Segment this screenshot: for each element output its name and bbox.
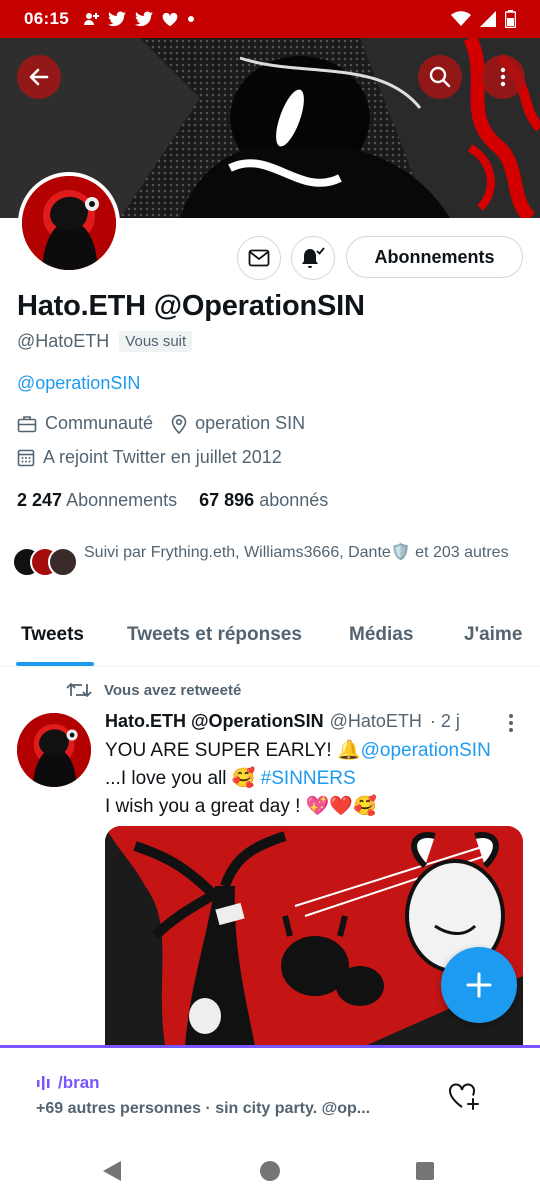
following-count: 2 247 — [17, 490, 63, 510]
tweet-line-3: I wish you a great day ! 💖❤️🥰 — [105, 796, 377, 817]
profile-meta-row: Communauté operation SIN — [17, 413, 323, 434]
follows-you-badge: Vous suit — [119, 331, 193, 352]
status-time: 06:15 — [24, 9, 69, 28]
calendar-icon — [17, 449, 35, 466]
tweet-line-1: YOU ARE SUPER EARLY! 🔔 — [105, 740, 361, 761]
tweet-avatar-artwork — [17, 713, 91, 787]
envelope-icon — [248, 249, 270, 267]
tweet-header: Hato.ETH @OperationSIN @HatoETH · 2 j — [105, 711, 525, 732]
location-pin-icon — [171, 414, 187, 434]
profile-stats: 2 247 Abonnements 67 896 abonnés — [17, 490, 328, 511]
location-item: operation SIN — [171, 413, 305, 434]
home-nav-icon[interactable] — [259, 1160, 281, 1182]
plus-icon — [466, 972, 492, 998]
profile-tabs: Tweets Tweets et réponses Médias J'aime — [0, 606, 540, 667]
signal-icon — [480, 11, 496, 27]
tweet-hashtag-link[interactable]: #SINNERS — [261, 768, 356, 789]
more-options-button[interactable] — [481, 55, 525, 99]
tab-tweets[interactable]: Tweets — [21, 606, 84, 646]
spaces-title-text: /bran — [58, 1073, 100, 1092]
dot-status-icon — [187, 16, 194, 22]
search-icon — [429, 66, 451, 88]
spaces-title: /bran — [36, 1073, 100, 1093]
person-add-status-icon — [83, 13, 99, 25]
followers-stat[interactable]: 67 896 abonnés — [199, 490, 328, 511]
retweet-context: Vous avez retweeté — [66, 681, 241, 699]
android-nav-bar — [0, 1140, 540, 1200]
tweet-line-2: ...I love you all 🥰 — [105, 768, 256, 789]
followed-by-row[interactable]: Suivi par Frything.eth, Williams3666, Da… — [12, 541, 532, 583]
audio-bars-icon — [37, 1076, 50, 1090]
battery-icon — [505, 10, 516, 28]
arrow-left-icon — [29, 68, 49, 86]
location-text: operation SIN — [195, 413, 306, 433]
tweet-author-name[interactable]: Hato.ETH @OperationSIN — [105, 711, 324, 732]
joined-row: A rejoint Twitter en juillet 2012 — [17, 447, 300, 468]
tweet-text: YOU ARE SUPER EARLY! 🔔@operationSIN ...I… — [105, 737, 525, 821]
notifications-button[interactable] — [291, 236, 335, 280]
recents-nav-icon[interactable] — [415, 1161, 435, 1181]
category-text: Communauté — [45, 413, 154, 433]
followed-by-text: Suivi par Frything.eth, Williams3666, Da… — [84, 544, 509, 561]
heart-status-icon — [162, 12, 178, 26]
spaces-player-bar[interactable]: /bran +69 autres personnes · sin city pa… — [0, 1045, 540, 1140]
message-button[interactable] — [237, 236, 281, 280]
tab-likes[interactable]: J'aime — [464, 606, 522, 646]
twitter-status-icon-2 — [134, 11, 153, 27]
tweet-author-handle: @HatoETH — [329, 711, 422, 731]
category-item: Communauté — [17, 413, 153, 434]
following-label: Abonnements — [66, 490, 178, 510]
twitter-status-icon — [107, 11, 126, 27]
handle-row: @HatoETH Vous suit — [17, 331, 193, 352]
display-name: Hato.ETH @OperationSIN — [17, 290, 365, 322]
spaces-subtitle: +69 autres personnes · sin city party. @… — [36, 1100, 371, 1117]
following-button[interactable]: Abonnements — [346, 236, 523, 278]
followers-label: abonnés — [259, 490, 329, 510]
joined-item: A rejoint Twitter en juillet 2012 — [17, 447, 282, 468]
status-bar: 06:15 — [0, 0, 540, 38]
mini-avatar — [48, 547, 78, 577]
briefcase-icon — [17, 415, 37, 432]
bell-check-icon — [302, 247, 325, 268]
heart-add-icon[interactable] — [448, 1082, 480, 1110]
tweet-mention-link[interactable]: @operationSIN — [361, 740, 491, 761]
back-button[interactable] — [17, 55, 61, 99]
profile-avatar[interactable] — [18, 172, 120, 274]
tweet-time: · 2 j — [429, 711, 460, 731]
tweet-author-avatar[interactable] — [17, 713, 91, 787]
following-stat[interactable]: 2 247 Abonnements — [17, 490, 177, 511]
search-button[interactable] — [418, 55, 462, 99]
followers-count: 67 896 — [199, 490, 255, 510]
compose-tweet-button[interactable] — [441, 947, 517, 1023]
followed-by-avatars — [12, 547, 78, 583]
retweet-icon — [66, 683, 92, 697]
wifi-icon — [451, 11, 471, 26]
tab-media[interactable]: Médias — [349, 606, 413, 646]
retweet-label: Vous avez retweeté — [104, 681, 242, 699]
active-tab-indicator — [16, 662, 94, 666]
more-vertical-icon — [500, 67, 506, 87]
avatar-artwork — [22, 176, 116, 270]
profile-handle: @HatoETH — [17, 331, 110, 351]
back-nav-icon[interactable] — [102, 1160, 122, 1182]
bio-link[interactable]: @operationSIN — [17, 373, 140, 394]
tweet-more-icon[interactable] — [506, 712, 516, 734]
joined-text: A rejoint Twitter en juillet 2012 — [43, 447, 282, 467]
tab-tweets-replies[interactable]: Tweets et réponses — [127, 606, 302, 646]
